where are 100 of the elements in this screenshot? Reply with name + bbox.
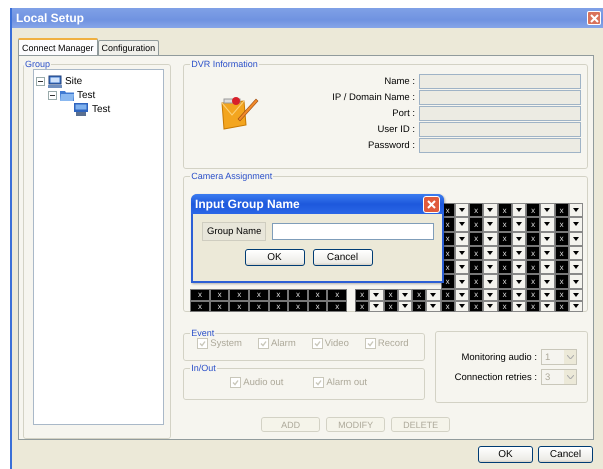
window-title: Local Setup (16, 11, 84, 25)
camera-cell[interactable]: x (229, 288, 250, 301)
camera-cell[interactable]: x (554, 203, 569, 218)
tree-item[interactable]: Test (77, 90, 96, 100)
camera-cell[interactable]: x (355, 288, 370, 301)
camera-cell[interactable]: x (327, 288, 347, 301)
camera-cell[interactable]: x (498, 217, 512, 232)
expander-icon[interactable] (48, 90, 57, 100)
camera-cell[interactable]: x (469, 217, 484, 232)
dialog-button[interactable]: Cancel (312, 249, 372, 266)
camera-cell[interactable]: x (355, 300, 370, 312)
dropdown-icon[interactable] (568, 217, 583, 232)
dropdown-icon[interactable] (568, 203, 583, 218)
camera-cell[interactable]: x (190, 300, 210, 312)
dropdown-icon[interactable] (454, 217, 469, 232)
section-legend: Event (190, 328, 216, 338)
section-legend: DVR Information (190, 59, 259, 69)
dropdown-icon[interactable] (483, 246, 498, 260)
camera-cell[interactable]: x (249, 300, 269, 312)
camera-cell[interactable]: x (412, 300, 426, 312)
camera-cell[interactable]: x (412, 288, 426, 301)
tab[interactable]: Connect Manager (18, 38, 98, 55)
field-label: User ID : (376, 124, 415, 134)
camera-cell[interactable]: x (526, 246, 540, 260)
camera-cell[interactable]: x (288, 300, 308, 312)
camera-cell[interactable]: x (526, 274, 540, 289)
check-icon (260, 340, 267, 347)
dropdown-icon[interactable] (483, 288, 498, 301)
check-icon (314, 340, 321, 347)
camera-cell[interactable]: x (268, 288, 288, 301)
dropdown-icon[interactable] (512, 260, 526, 274)
camera-cell[interactable]: x (469, 203, 484, 218)
dropdown-icon[interactable] (483, 300, 498, 312)
camera-cell[interactable]: x (526, 260, 540, 274)
dropdown-icon[interactable] (454, 203, 469, 218)
dropdown-icon[interactable] (483, 232, 498, 246)
camera-cell[interactable]: x (469, 232, 484, 246)
dropdown-icon[interactable] (426, 288, 440, 301)
camera-cell[interactable]: x (384, 288, 398, 301)
camera-cell[interactable]: x (249, 288, 269, 301)
setting-label: Monitoring audio : (460, 352, 537, 362)
camera-cell[interactable]: x (498, 260, 512, 274)
check-icon (315, 379, 322, 386)
camera-cell[interactable]: x (526, 217, 540, 232)
close-icon (427, 200, 436, 208)
dropdown-icon[interactable] (568, 260, 583, 274)
camera-cell[interactable]: x (554, 274, 569, 289)
dropdown-icon[interactable] (426, 300, 440, 312)
tree-item[interactable]: Site (65, 76, 82, 86)
group-name-field[interactable] (272, 223, 434, 240)
dropdown-icon[interactable] (483, 260, 498, 274)
camera-cell[interactable]: x (554, 260, 569, 274)
camera-cell[interactable]: x (469, 300, 484, 312)
dropdown-icon[interactable] (454, 274, 469, 289)
dropdown-icon[interactable] (540, 246, 554, 260)
dropdown-icon[interactable] (568, 274, 583, 289)
dropdown-icon[interactable] (369, 288, 384, 301)
dropdown-icon[interactable] (540, 217, 554, 232)
dropdown-icon[interactable] (483, 217, 498, 232)
expander-icon[interactable] (36, 76, 45, 86)
camera-cell[interactable]: x (469, 288, 484, 301)
dropdown-icon[interactable] (540, 232, 554, 246)
dropdown-icon[interactable] (369, 300, 384, 312)
footer-button[interactable]: Cancel (538, 446, 593, 463)
dropdown-icon[interactable] (540, 260, 554, 274)
footer-button[interactable]: OK (478, 446, 533, 463)
camera-cell[interactable]: x (469, 246, 484, 260)
camera-cell[interactable]: x (526, 203, 540, 218)
dropdown-icon[interactable] (512, 203, 526, 218)
camera-cell[interactable]: x (526, 300, 540, 312)
dropdown-icon[interactable] (540, 300, 554, 312)
dialog-button[interactable]: OK (244, 249, 304, 266)
camera-cell[interactable]: x (526, 288, 540, 301)
dropdown-icon[interactable] (483, 203, 498, 218)
tree-item[interactable]: Test (92, 104, 110, 114)
dropdown-icon[interactable] (540, 288, 554, 301)
camera-cell[interactable]: x (308, 288, 328, 301)
camera-cell[interactable]: x (498, 203, 512, 218)
dropdown-icon[interactable] (398, 288, 412, 301)
close-button[interactable] (423, 196, 440, 212)
setting-label: Connection retries : (454, 372, 537, 382)
camera-cell[interactable]: x (288, 288, 308, 301)
camera-cell[interactable]: x (229, 300, 250, 312)
close-button[interactable] (587, 11, 601, 25)
camera-cell[interactable]: x (327, 300, 347, 312)
dropdown-icon[interactable] (483, 274, 498, 289)
dropdown-icon[interactable] (512, 217, 526, 232)
camera-cell[interactable]: x (190, 288, 210, 301)
camera-cell[interactable]: x (498, 274, 512, 289)
camera-cell[interactable]: x (210, 288, 230, 301)
tab[interactable]: Configuration (98, 40, 160, 55)
camera-cell[interactable]: x (554, 217, 569, 232)
camera-cell[interactable]: x (469, 274, 484, 289)
camera-cell[interactable]: x (526, 232, 540, 246)
dropdown-icon[interactable] (540, 203, 554, 218)
dropdown-icon[interactable] (454, 260, 469, 274)
dropdown-icon[interactable] (512, 274, 526, 289)
check-icon (232, 379, 240, 386)
dropdown-icon[interactable] (540, 274, 554, 289)
camera-cell[interactable]: x (469, 260, 484, 274)
